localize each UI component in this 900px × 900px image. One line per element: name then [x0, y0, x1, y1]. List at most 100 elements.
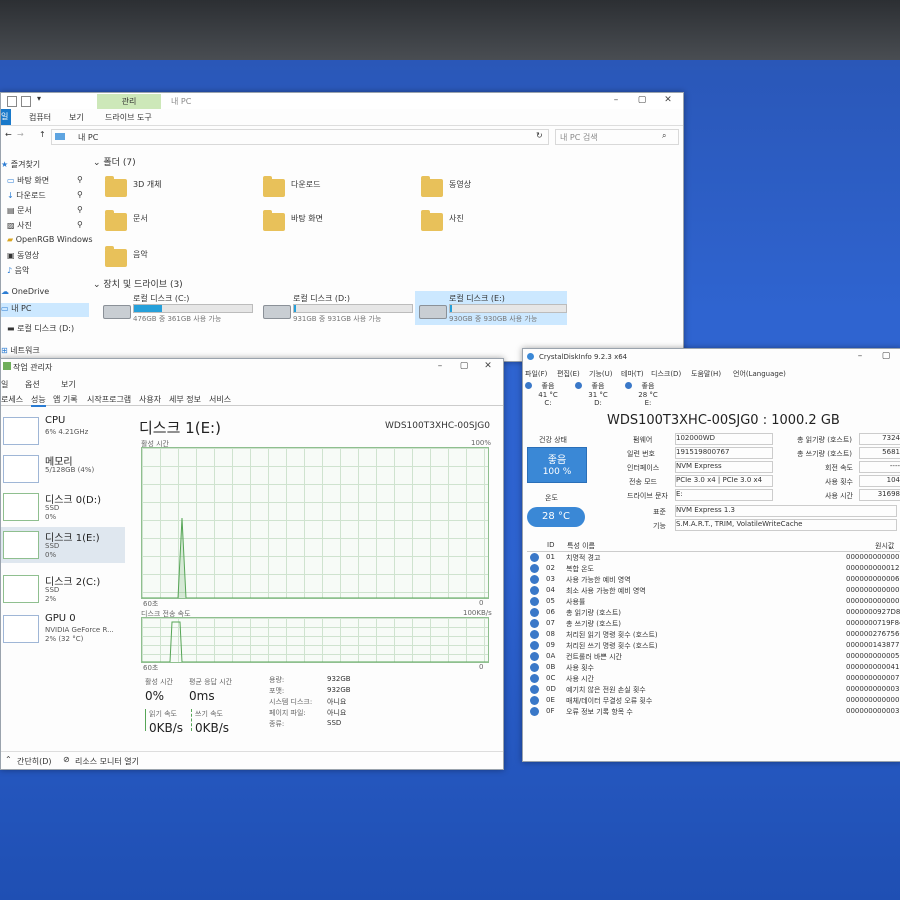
tm-side-memory[interactable]: 메모리 5/128GB (4%): [1, 451, 125, 487]
forward-arrow-icon[interactable]: →: [17, 130, 24, 139]
drive-label: 로컬 디스크 (D:): [293, 294, 350, 303]
ribbon-tab-file[interactable]: 일: [1, 109, 11, 125]
tm-tab-details[interactable]: 세부 정보: [169, 394, 201, 405]
drive-c[interactable]: 로컬 디스크 (C:) 476GB 중 361GB 사용 가능: [103, 291, 253, 325]
table-row[interactable]: 0E 매체/데이터 무결성 오류 횟수 000000000000: [528, 695, 900, 706]
search-box[interactable]: 내 PC 검색 ⌕: [555, 129, 679, 145]
tm-side-disk0[interactable]: 디스크 0(D:) SSD 0%: [1, 489, 125, 525]
cdi-menu-help[interactable]: 도움말(H): [691, 369, 721, 379]
fewer-details-link[interactable]: 간단히(D): [17, 756, 51, 767]
cdi-menu-theme[interactable]: 테마(T): [621, 369, 644, 379]
cdi-menu-edit[interactable]: 편집(E): [557, 369, 580, 379]
maximize-icon[interactable]: ▢: [453, 359, 475, 373]
attr-name: 컨트롤러 바쁜 시간: [566, 653, 622, 661]
cdi-drive-tab-e[interactable]: 좋음 28 °C E:: [623, 381, 673, 409]
cdi-drive-tab-d[interactable]: 좋음 31 °C D:: [573, 381, 623, 409]
cdi-menu-disk[interactable]: 디스크(D): [651, 369, 681, 379]
nav-item-desktop[interactable]: ▭ 바탕 화면 ⚲: [7, 175, 83, 186]
col-name-header[interactable]: 특성 이름: [567, 541, 595, 551]
drive-e[interactable]: 로컬 디스크 (E:) 930GB 중 930GB 사용 가능: [415, 291, 567, 325]
address-bar[interactable]: 내 PC ↻: [51, 129, 549, 145]
folders-group-header[interactable]: ⌄ 폴더 (7): [93, 155, 136, 168]
tm-tab-startup[interactable]: 시작프로그램: [87, 394, 131, 405]
nav-item-documents[interactable]: ▤ 문서 ⚲: [7, 205, 83, 216]
tm-tab-performance[interactable]: 성능: [31, 394, 46, 407]
minimize-icon[interactable]: –: [429, 359, 451, 373]
resource-monitor-link[interactable]: 리소스 모니터 열기: [75, 756, 139, 767]
nav-item-quick-access[interactable]: ★ 즐겨찾기: [1, 159, 40, 170]
table-row[interactable]: 0D 예기치 않은 전원 손실 횟수 000000000003: [528, 684, 900, 695]
nav-item-videos[interactable]: ▣ 동영상: [7, 250, 39, 261]
col-raw-header[interactable]: 원시값: [875, 541, 894, 551]
stat-resp-label: 평균 응답 시간: [189, 678, 233, 686]
chevron-up-icon[interactable]: ⌃: [5, 755, 12, 764]
table-row[interactable]: 03 사용 가능한 예비 영역 000000000006: [528, 574, 900, 585]
tm-side-disk1[interactable]: 디스크 1(E:) SSD 0%: [1, 527, 125, 563]
tm-tab-services[interactable]: 서비스: [209, 394, 231, 405]
tm-side-cpu[interactable]: CPU 6% 4.21GHz: [1, 413, 125, 449]
nav-item-music[interactable]: ♪ 음악: [7, 265, 29, 276]
table-row[interactable]: 04 최소 사용 가능한 예비 영역 000000000000: [528, 585, 900, 596]
tm-side-disk2[interactable]: 디스크 2(C:) SSD 2%: [1, 571, 125, 607]
cdi-menu-language[interactable]: 언어(Language): [733, 369, 786, 379]
cdi-menu-file[interactable]: 파일(F): [525, 369, 547, 379]
qat-properties-icon[interactable]: [21, 96, 31, 107]
ribbon-tab-drive-tools[interactable]: 드라이브 도구: [105, 112, 152, 123]
attr-id: 0C: [546, 674, 556, 682]
tm-menu-file[interactable]: 일: [1, 379, 8, 390]
nav-item-pictures[interactable]: ▨ 사진 ⚲: [7, 220, 83, 231]
qat-dropdown-icon[interactable]: ▾: [37, 94, 41, 103]
nav-item-openrgb[interactable]: ▰ OpenRGB Windows: [7, 235, 93, 244]
nav-item-drive-d[interactable]: ▬ 로컬 디스크 (D:): [7, 323, 74, 334]
info-transfer-key: 전송 모드: [629, 478, 657, 486]
maximize-icon[interactable]: ▢: [875, 349, 897, 363]
table-row[interactable]: 02 복합 온도 000000000012: [528, 563, 900, 574]
cdi-drive-tab-c[interactable]: 좋음 41 °C C:: [523, 381, 573, 409]
attr-raw: 0000000000078D: [846, 674, 900, 682]
table-row[interactable]: 09 처리된 쓰기 명령 횟수 (호스트) 000000143877F: [528, 640, 900, 651]
table-row[interactable]: 07 총 쓰기량 (호스트) 0000000719F84: [528, 618, 900, 629]
prop-capacity-val: 932GB: [327, 675, 351, 683]
maximize-icon[interactable]: ▢: [631, 93, 653, 107]
nav-item-downloads[interactable]: ↓ 다운로드 ⚲: [7, 190, 83, 201]
nav-item-network[interactable]: ⊞ 네트워크: [1, 345, 40, 356]
drives-group-header[interactable]: ⌄ 장치 및 드라이브 (3): [93, 277, 183, 290]
close-icon[interactable]: ✕: [477, 359, 499, 373]
tm-tab-app-history[interactable]: 앱 기록: [53, 394, 78, 405]
ribbon-tab-view[interactable]: 보기: [69, 112, 84, 123]
tm-tab-processes[interactable]: 로세스: [1, 394, 23, 405]
table-row[interactable]: 0B 사용 횟수 000000000041: [528, 662, 900, 673]
table-row[interactable]: 01 치명적 경고 0000000000000: [528, 552, 900, 563]
picture-icon: ▨: [7, 221, 15, 230]
qat-save-icon[interactable]: [7, 96, 17, 107]
table-row[interactable]: 06 총 읽기량 (호스트) 0000000927D84: [528, 607, 900, 618]
table-row[interactable]: 05 사용률 0000000000000: [528, 596, 900, 607]
back-arrow-icon[interactable]: ←: [5, 130, 12, 139]
info-firmware-val: 102000WD: [675, 433, 773, 445]
drive-d[interactable]: 로컬 디스크 (D:) 931GB 중 931GB 사용 가능: [263, 291, 413, 325]
minimize-icon[interactable]: –: [605, 93, 627, 107]
cdi-menu-function[interactable]: 기능(U): [589, 369, 612, 379]
disk-title: 디스크 1(E:): [139, 419, 221, 437]
tm-menu-view[interactable]: 보기: [61, 379, 76, 390]
tm-side-gpu[interactable]: GPU 0 NVIDIA GeForce R... 2% (32 °C): [1, 611, 125, 647]
tm-tab-users[interactable]: 사용자: [139, 394, 161, 405]
table-row[interactable]: 0C 사용 시간 0000000000078D: [528, 673, 900, 684]
col-id-header[interactable]: ID: [547, 541, 554, 549]
nav-item-this-pc[interactable]: ▭ 내 PC: [1, 303, 89, 317]
table-row[interactable]: 0F 오류 정보 기록 항목 수 000000000003: [528, 706, 900, 717]
ribbon-tab-computer[interactable]: 컴퓨터: [29, 112, 51, 123]
up-arrow-icon[interactable]: ↑: [39, 130, 46, 139]
refresh-icon[interactable]: ↻: [536, 131, 543, 140]
close-icon[interactable]: ✕: [657, 93, 679, 107]
std-val: NVM Express 1.3: [675, 505, 897, 517]
status-good-icon: [530, 685, 539, 694]
table-row[interactable]: 0A 컨트롤러 바쁜 시간 000000000005C: [528, 651, 900, 662]
table-row[interactable]: 08 처리된 읽기 명령 횟수 (호스트) 000000276756C: [528, 629, 900, 640]
attr-id: 01: [546, 553, 555, 561]
nav-item-onedrive[interactable]: ☁ OneDrive: [1, 287, 49, 296]
tm-menu-options[interactable]: 옵션: [25, 379, 40, 390]
attr-name: 최소 사용 가능한 예비 영역: [566, 587, 646, 595]
manage-tab[interactable]: 관리: [97, 94, 161, 109]
minimize-icon[interactable]: –: [849, 349, 871, 363]
